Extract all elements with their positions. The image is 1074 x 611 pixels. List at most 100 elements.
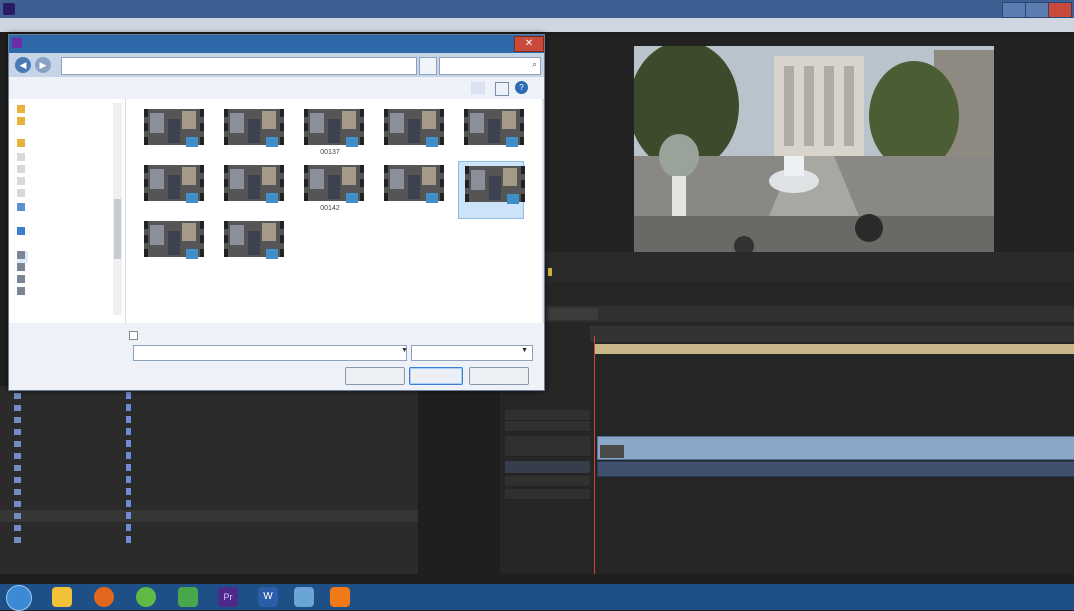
- sidebar-item[interactable]: [17, 189, 28, 201]
- track-audio-1[interactable]: [505, 461, 590, 474]
- image-sequence-checkbox[interactable]: [129, 331, 141, 341]
- close-button[interactable]: ✕: [514, 36, 544, 52]
- video-file-icon: [346, 137, 358, 147]
- project-item-row[interactable]: [0, 450, 418, 462]
- track-video-2[interactable]: [505, 421, 590, 432]
- back-button[interactable]: ◀: [15, 57, 31, 73]
- folder-icon: [17, 117, 25, 125]
- cancel-button[interactable]: [469, 367, 529, 385]
- timeline-playhead[interactable]: [594, 336, 595, 574]
- file-thumbnail[interactable]: [218, 161, 284, 217]
- file-thumbnail[interactable]: [138, 105, 204, 161]
- track-video-1[interactable]: [505, 436, 590, 457]
- file-thumbnail[interactable]: [458, 161, 525, 219]
- project-item-row[interactable]: [0, 510, 418, 522]
- media-type-icon: [126, 500, 131, 507]
- media-type-icon: [126, 404, 131, 411]
- video-clip[interactable]: [597, 436, 1074, 460]
- timeline-ruler[interactable]: [590, 326, 1074, 342]
- vlc-icon[interactable]: [330, 587, 350, 607]
- folder-icon: [17, 251, 25, 259]
- audio-clip[interactable]: [597, 461, 1074, 477]
- sidebar-item[interactable]: [17, 251, 28, 263]
- sidebar-item[interactable]: [17, 177, 28, 189]
- work-area-bar[interactable]: [595, 344, 1074, 354]
- project-item-row[interactable]: [0, 498, 418, 510]
- file-thumbnail[interactable]: 00137: [298, 105, 364, 161]
- open-button[interactable]: [409, 367, 463, 385]
- sidebar-item[interactable]: [17, 263, 28, 275]
- file-thumbnail[interactable]: [218, 105, 284, 161]
- scrollbar-thumb[interactable]: [114, 199, 121, 259]
- clip-icon: [14, 453, 21, 459]
- clip-icon: [14, 405, 21, 411]
- premiere-icon: [12, 38, 22, 48]
- project-item-row[interactable]: [0, 474, 418, 486]
- taskbar: Pr W: [0, 584, 1074, 611]
- folder-icon: [17, 227, 25, 235]
- address-bar[interactable]: [61, 57, 417, 75]
- project-item-row[interactable]: [0, 402, 418, 414]
- file-thumbnail[interactable]: [378, 105, 444, 161]
- project-item-row[interactable]: [0, 486, 418, 498]
- word-icon[interactable]: W: [258, 587, 278, 607]
- chevron-down-icon: ▼: [521, 347, 528, 354]
- track-audio-3[interactable]: [505, 489, 590, 500]
- sidebar-item[interactable]: [17, 203, 28, 215]
- sidebar-item[interactable]: [17, 105, 28, 117]
- import-folder-button[interactable]: [345, 367, 405, 385]
- sequence-tab[interactable]: [548, 308, 598, 320]
- start-button[interactable]: [6, 585, 32, 611]
- help-icon[interactable]: ?: [515, 81, 528, 94]
- firefox-icon[interactable]: [94, 587, 114, 607]
- search-input[interactable]: ⌕: [439, 57, 541, 75]
- sidebar-item[interactable]: [17, 287, 28, 299]
- dialog-toolbar: ?: [9, 77, 544, 100]
- sidebar-item[interactable]: [17, 165, 28, 177]
- refresh-button[interactable]: [419, 57, 437, 75]
- sidebar-item[interactable]: [17, 227, 28, 239]
- file-thumbnail[interactable]: [218, 217, 284, 273]
- transport-controls[interactable]: [542, 282, 1074, 306]
- sidebar-item[interactable]: [17, 117, 28, 129]
- utorrent-icon[interactable]: [136, 587, 156, 607]
- premiere-taskbar-icon[interactable]: Pr: [218, 587, 238, 607]
- project-item-row[interactable]: [0, 426, 418, 438]
- file-type-select[interactable]: ▼: [411, 345, 533, 361]
- maximize-button[interactable]: [1025, 2, 1049, 18]
- file-thumbnail[interactable]: 00142: [298, 161, 364, 217]
- sidebar-item[interactable]: [17, 139, 28, 151]
- monitor-playhead[interactable]: [548, 268, 552, 276]
- explorer-icon[interactable]: [52, 587, 72, 607]
- project-item-row[interactable]: [0, 462, 418, 474]
- file-thumbnail[interactable]: [138, 161, 204, 217]
- project-item-row[interactable]: [0, 414, 418, 426]
- minimize-button[interactable]: [1002, 2, 1026, 18]
- sidebar-item[interactable]: [17, 153, 28, 165]
- forward-button[interactable]: ▶: [35, 57, 51, 73]
- project-item-row[interactable]: [0, 390, 418, 402]
- chevron-down-icon[interactable]: ▼: [401, 347, 408, 354]
- video-file-icon: [186, 193, 198, 203]
- project-item-row[interactable]: [0, 534, 418, 546]
- file-thumbnail[interactable]: [458, 105, 524, 161]
- track-video-3[interactable]: [505, 410, 590, 421]
- project-item-row[interactable]: [0, 522, 418, 534]
- preview-pane-icon[interactable]: [495, 82, 509, 96]
- chrome-icon[interactable]: [178, 587, 198, 607]
- checkbox-box[interactable]: [129, 331, 138, 340]
- view-options-icon[interactable]: [471, 82, 485, 94]
- sidebar-item[interactable]: [17, 275, 28, 287]
- timeline-tabs[interactable]: [542, 306, 1074, 322]
- file-name-input[interactable]: [133, 345, 407, 361]
- file-thumbnail[interactable]: [138, 217, 204, 273]
- paint-icon[interactable]: [294, 587, 314, 607]
- clip-icon: [14, 393, 21, 399]
- program-monitor-video: [634, 46, 994, 252]
- project-item-row[interactable]: [0, 438, 418, 450]
- app-title-bar: [0, 0, 1074, 18]
- close-button[interactable]: [1048, 2, 1072, 18]
- file-thumbnail[interactable]: [378, 161, 444, 217]
- search-icon[interactable]: ⌕: [532, 59, 537, 70]
- track-audio-2[interactable]: [505, 476, 590, 487]
